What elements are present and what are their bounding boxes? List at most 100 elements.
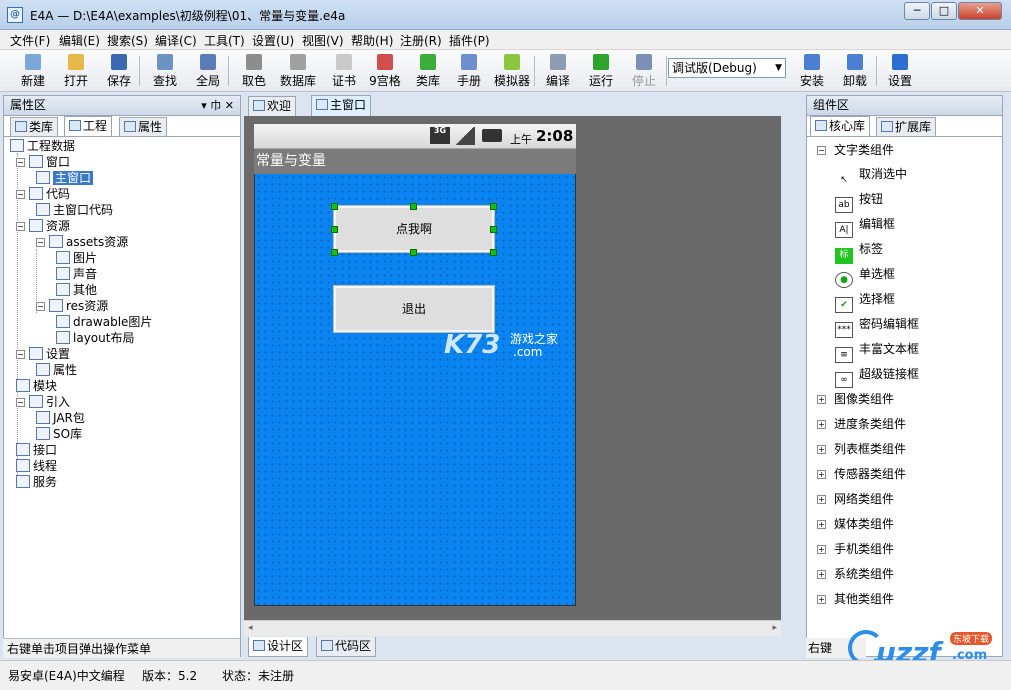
expand-icon[interactable]: +: [817, 570, 826, 579]
toolbar-manual-button[interactable]: 手册: [447, 52, 491, 90]
collapse-icon[interactable]: −: [16, 398, 25, 407]
tree-node[interactable]: − res资源: [36, 298, 108, 314]
menu-search[interactable]: 搜索(S): [105, 32, 150, 49]
scroll-left-icon[interactable]: ◂: [248, 623, 253, 633]
toolbar-compile-button[interactable]: 编译: [536, 52, 580, 90]
minimize-button[interactable]: ─: [904, 2, 930, 20]
component-item[interactable]: ✔ 选择框: [835, 290, 895, 313]
tree-node[interactable]: − assets资源: [36, 234, 128, 250]
tree-node[interactable]: 主窗口代码: [36, 202, 113, 218]
tree-node[interactable]: − 引入: [16, 394, 70, 410]
component-group[interactable]: + 列表框类组件: [817, 440, 906, 458]
tree-node[interactable]: layout布局: [56, 330, 134, 346]
component-group[interactable]: + 手机类组件: [817, 540, 894, 558]
build-mode-select[interactable]: 调试版(Debug) ▼: [668, 58, 786, 78]
tab-welcome[interactable]: 欢迎: [248, 96, 297, 116]
tree-node[interactable]: 服务: [16, 474, 57, 490]
menu-plugins[interactable]: 插件(P): [447, 32, 492, 49]
component-item[interactable]: ≡ 丰富文本框: [835, 340, 919, 363]
tab-design[interactable]: 设计区: [248, 637, 309, 657]
menu-help[interactable]: 帮助(H): [349, 32, 395, 49]
component-item[interactable]: ● 单选框: [835, 265, 895, 288]
tab-code[interactable]: 代码区: [316, 637, 377, 657]
resize-handle[interactable]: [490, 249, 497, 256]
resize-handle[interactable]: [331, 203, 338, 210]
toolbar-android-button[interactable]: 模拟器: [490, 52, 534, 90]
component-group[interactable]: + 系统类组件: [817, 565, 894, 583]
phone-screen[interactable]: [254, 124, 576, 606]
collapse-icon[interactable]: −: [36, 238, 45, 247]
component-item[interactable]: A| 编辑框: [835, 215, 895, 238]
component-item[interactable]: ↖ 取消选中: [835, 165, 907, 189]
component-group[interactable]: + 网络类组件: [817, 490, 894, 508]
toolbar-certificate-button[interactable]: 证书: [322, 52, 366, 90]
tree-node[interactable]: 接口: [16, 442, 57, 458]
collapse-icon[interactable]: −: [16, 222, 25, 231]
menu-tools[interactable]: 工具(T): [202, 32, 247, 49]
tree-node[interactable]: 图片: [56, 250, 97, 266]
resize-handle[interactable]: [490, 203, 497, 210]
tab-core-library[interactable]: 核心库: [810, 116, 871, 137]
collapse-icon[interactable]: −: [16, 158, 25, 167]
tab-extension-library[interactable]: 扩展库: [876, 117, 937, 137]
tree-node[interactable]: − 代码: [16, 186, 70, 202]
exit-button[interactable]: 退出: [333, 285, 495, 333]
component-group[interactable]: + 进度条类组件: [817, 415, 906, 433]
toolbar-uninstall-button[interactable]: 卸载: [833, 52, 877, 90]
menu-register[interactable]: 注册(R): [398, 32, 444, 49]
component-item[interactable]: ab 按钮: [835, 190, 883, 213]
expand-icon[interactable]: +: [817, 395, 826, 404]
tree-node[interactable]: 属性: [36, 362, 77, 378]
toolbar-stop-button[interactable]: 停止: [622, 52, 666, 90]
tree-node[interactable]: − 资源: [16, 218, 70, 234]
toolbar-new-file-button[interactable]: 新建: [11, 52, 55, 90]
tab-main-window[interactable]: 主窗口: [311, 95, 372, 116]
click-me-button[interactable]: 点我啊: [333, 205, 495, 253]
menu-compile[interactable]: 编译(C): [153, 32, 199, 49]
toolbar-eyedropper-button[interactable]: 取色: [232, 52, 276, 90]
resize-handle[interactable]: [331, 249, 338, 256]
tab-properties[interactable]: 属性: [119, 117, 168, 137]
resize-handle[interactable]: [410, 249, 417, 256]
close-button[interactable]: ✕: [958, 2, 1002, 20]
tree-node[interactable]: 主窗口: [36, 170, 94, 186]
component-group[interactable]: + 传感器类组件: [817, 465, 906, 483]
tree-node[interactable]: drawable图片: [56, 314, 152, 330]
expand-icon[interactable]: +: [817, 470, 826, 479]
resize-handle[interactable]: [410, 203, 417, 210]
component-group[interactable]: + 其他类组件: [817, 590, 894, 608]
tree-node[interactable]: 模块: [16, 378, 57, 394]
collapse-icon[interactable]: −: [36, 302, 45, 311]
toolbar-save-button[interactable]: 保存: [97, 52, 141, 90]
toolbar-database-button[interactable]: 数据库: [276, 52, 320, 90]
component-group[interactable]: + 图像类组件: [817, 390, 894, 408]
component-group[interactable]: + 媒体类组件: [817, 515, 894, 533]
toolbar-settings-info-button[interactable]: 设置: [878, 52, 922, 90]
menu-settings[interactable]: 设置(U): [250, 32, 296, 49]
toolbar-nine-grid-button[interactable]: 9宫格: [363, 52, 407, 90]
toolbar-search-button[interactable]: 查找: [143, 52, 187, 90]
toolbar-library-button[interactable]: 类库: [406, 52, 450, 90]
tree-node[interactable]: SO库: [36, 426, 82, 442]
panel-pin-close-icons[interactable]: ▾ 巾 ✕: [201, 96, 234, 115]
resize-handle[interactable]: [490, 226, 497, 233]
expand-icon[interactable]: +: [817, 545, 826, 554]
component-item[interactable]: 标标签: [835, 240, 883, 264]
maximize-button[interactable]: □: [931, 2, 957, 20]
expand-icon[interactable]: +: [817, 445, 826, 454]
menu-view[interactable]: 视图(V): [300, 32, 346, 49]
tree-node[interactable]: 工程数据: [10, 138, 75, 154]
expand-icon[interactable]: +: [817, 420, 826, 429]
tab-project[interactable]: 工程: [64, 116, 113, 137]
toolbar-run-button[interactable]: 运行: [579, 52, 623, 90]
collapse-icon[interactable]: −: [16, 190, 25, 199]
group-text-components[interactable]: − 文字类组件: [817, 141, 894, 159]
component-item[interactable]: *** 密码编辑框: [835, 315, 919, 338]
expand-icon[interactable]: +: [817, 595, 826, 604]
menu-file[interactable]: 文件(F): [8, 32, 52, 49]
horizontal-scrollbar[interactable]: ◂ ▸: [244, 620, 781, 636]
scroll-right-icon[interactable]: ▸: [772, 623, 777, 633]
toolbar-global-search-button[interactable]: 全局: [186, 52, 230, 90]
resize-handle[interactable]: [331, 226, 338, 233]
menu-edit[interactable]: 编辑(E): [57, 32, 102, 49]
